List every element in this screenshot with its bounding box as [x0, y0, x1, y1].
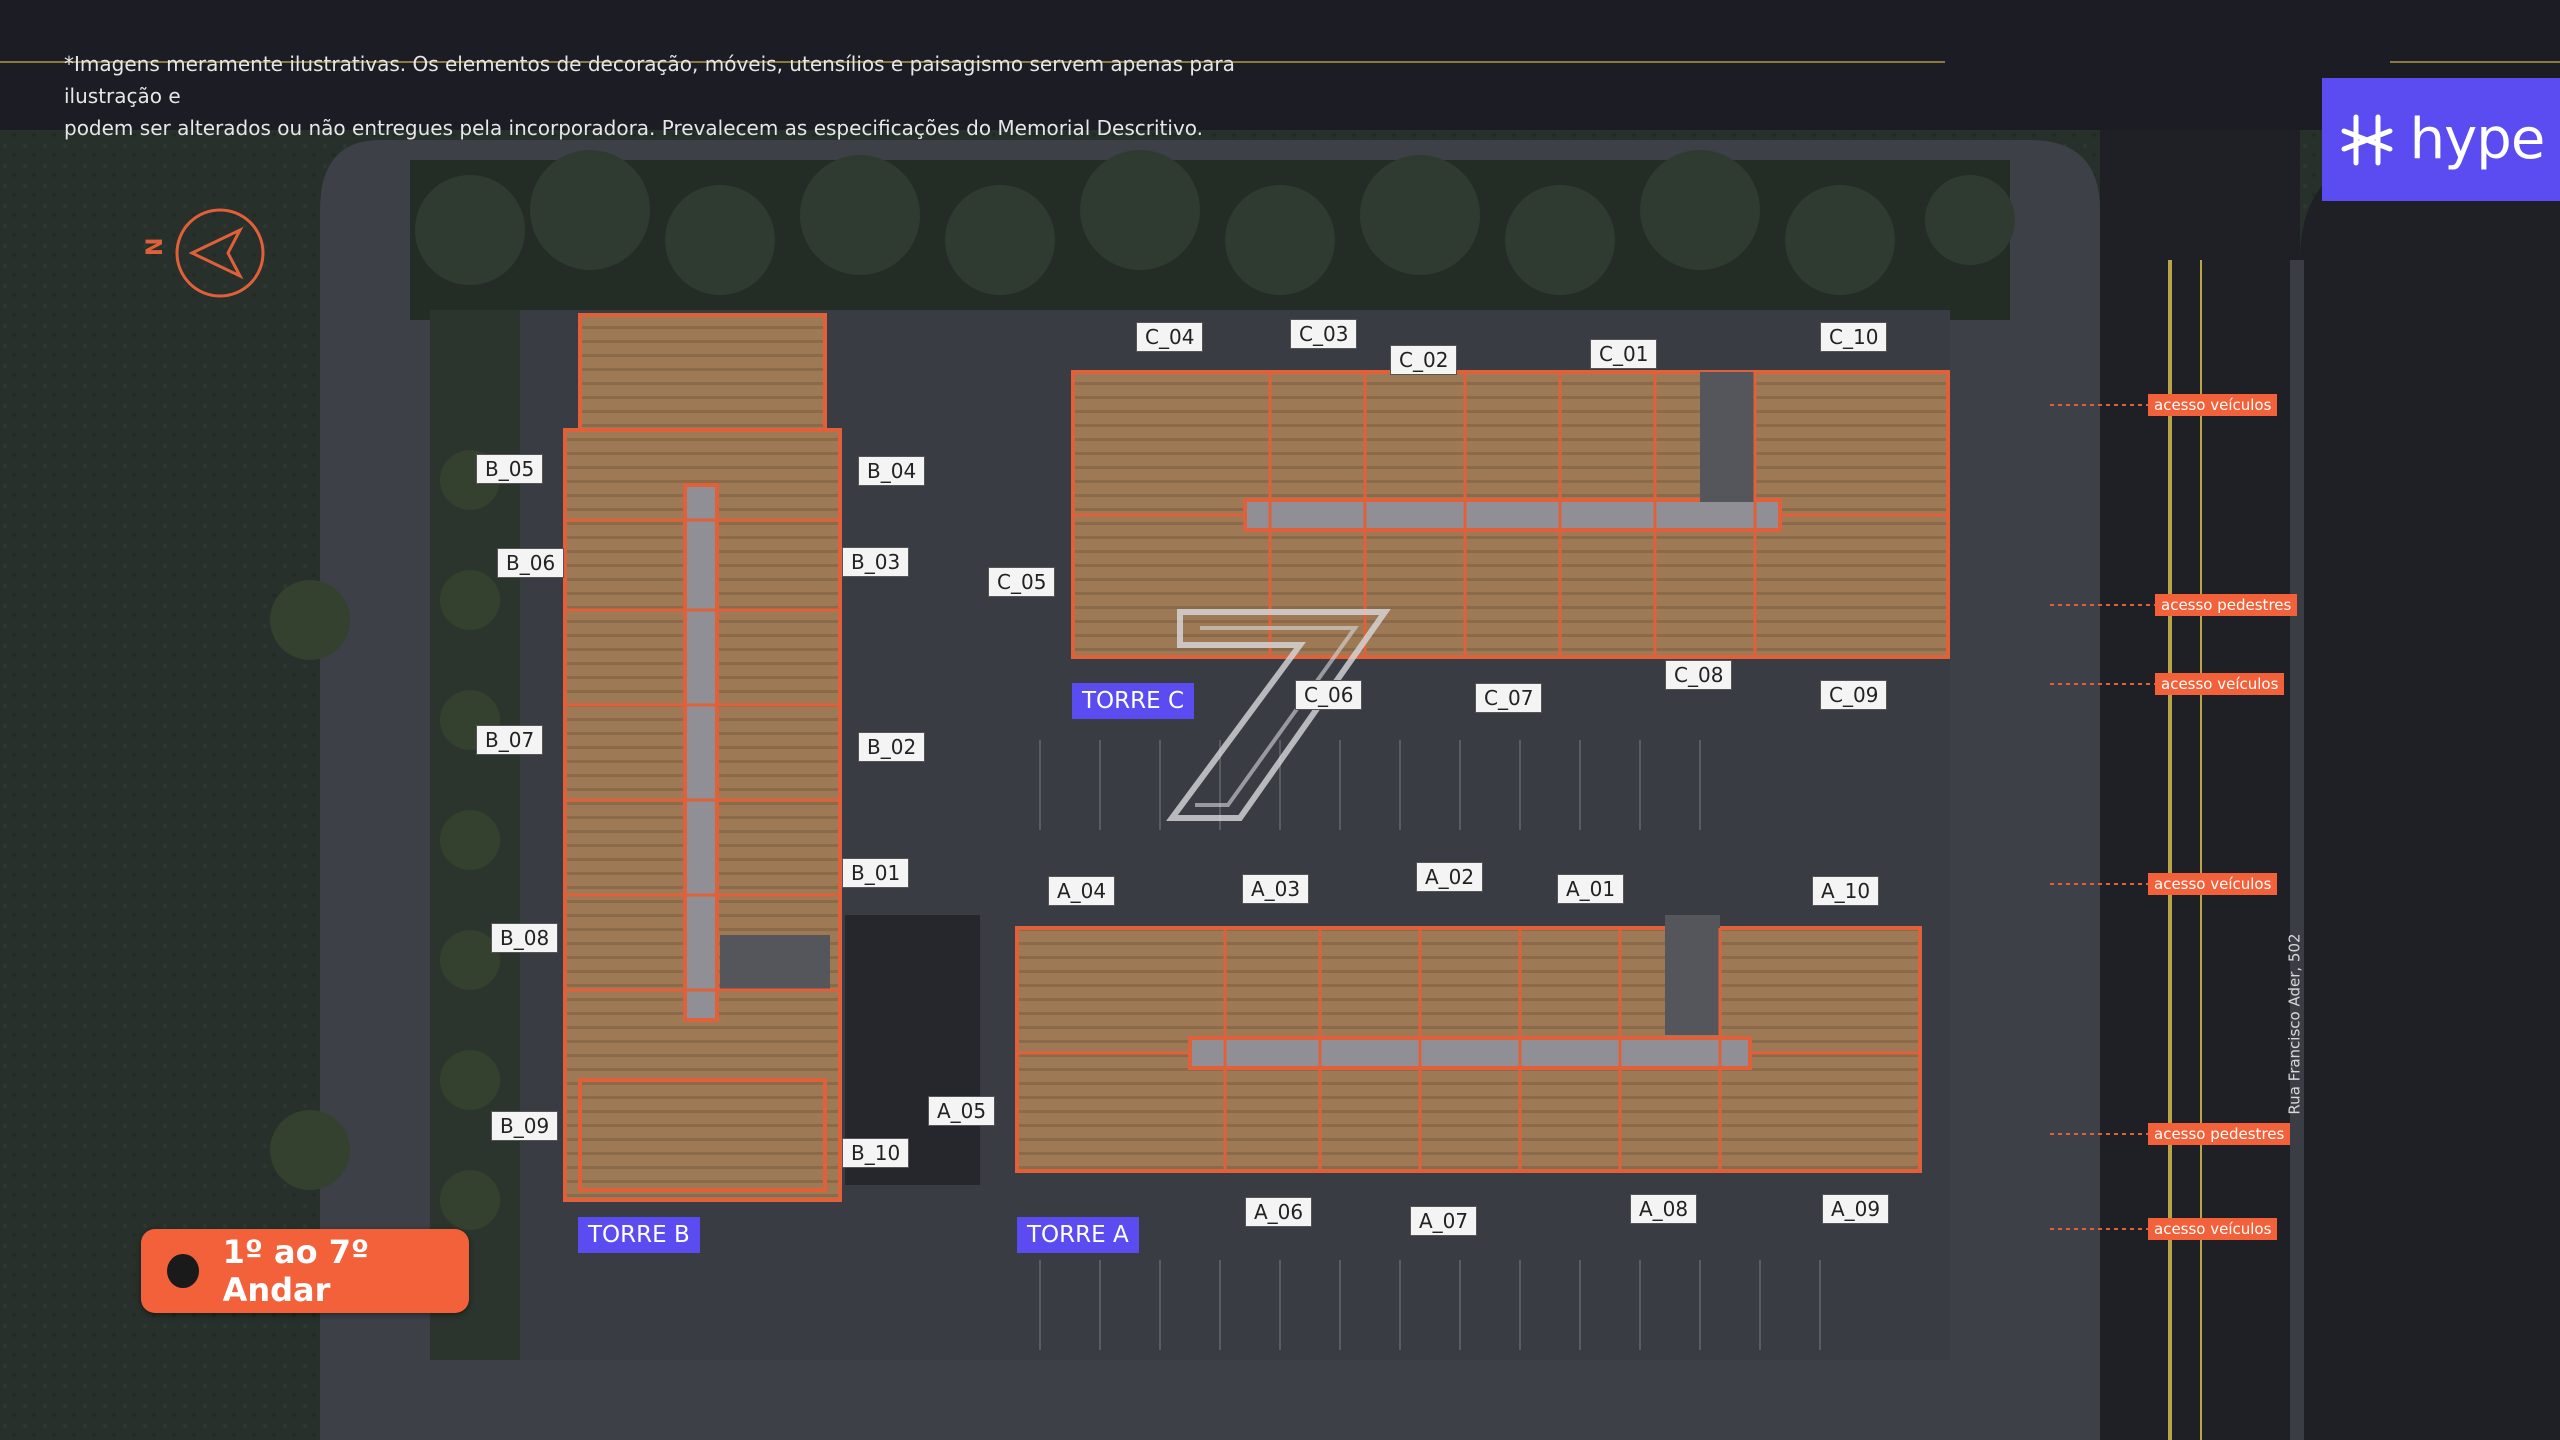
- compass-label: N: [143, 238, 168, 256]
- unit-label-b09[interactable]: B_09: [491, 1111, 559, 1141]
- floor-indicator-dot: [167, 1254, 199, 1288]
- unit-label-c10[interactable]: C_10: [1820, 322, 1888, 352]
- unit-label-b07[interactable]: B_07: [476, 725, 544, 755]
- unit-label-c07[interactable]: C_07: [1475, 683, 1543, 713]
- access-pedestrians-2: acesso pedestres: [2148, 1123, 2291, 1145]
- tree-row: [410, 160, 2010, 320]
- unit-label-c02[interactable]: C_02: [1390, 345, 1458, 375]
- sidewalk-right: [2290, 260, 2304, 1440]
- unit-label-a08[interactable]: A_08: [1630, 1194, 1698, 1224]
- unit-label-b08[interactable]: B_08: [491, 923, 559, 953]
- hype-logo[interactable]: hype: [2322, 78, 2560, 201]
- unit-label-b03[interactable]: B_03: [842, 547, 910, 577]
- access-vehicles-3: acesso veículos: [2148, 873, 2278, 895]
- unit-label-c04[interactable]: C_04: [1136, 322, 1204, 352]
- unit-label-a10[interactable]: A_10: [1812, 876, 1880, 906]
- street-line-2: [2200, 260, 2202, 1440]
- unit-label-c03[interactable]: C_03: [1290, 319, 1358, 349]
- unit-label-a06[interactable]: A_06: [1245, 1197, 1313, 1227]
- street-corner: [2300, 150, 2560, 1440]
- disclaimer-text: *Imagens meramente ilustrativas. Os elem…: [64, 48, 1284, 144]
- tower-a-building: [1015, 915, 1922, 1173]
- unit-label-c08[interactable]: C_08: [1665, 660, 1733, 690]
- access-vehicles-4: acesso veículos: [2148, 1218, 2278, 1240]
- access-pedestrians-1: acesso pedestres: [2155, 594, 2298, 616]
- unit-label-a02[interactable]: A_02: [1416, 862, 1484, 892]
- access-vehicles-1: acesso veículos: [2148, 394, 2278, 416]
- unit-label-c01[interactable]: C_01: [1590, 339, 1658, 369]
- unit-label-c06[interactable]: C_06: [1295, 680, 1363, 710]
- site-plan: N *Imagens meramente ilustrativas. Os el…: [0, 0, 2560, 1440]
- unit-label-c09[interactable]: C_09: [1820, 680, 1888, 710]
- unit-label-b06[interactable]: B_06: [497, 548, 565, 578]
- unit-label-b10[interactable]: B_10: [842, 1138, 910, 1168]
- unit-label-a09[interactable]: A_09: [1822, 1194, 1890, 1224]
- tower-a-label[interactable]: TORRE A: [1017, 1217, 1139, 1253]
- disclaimer-line-1: *Imagens meramente ilustrativas. Os elem…: [64, 52, 1235, 108]
- floor-selector-button[interactable]: 1º ao 7º Andar: [141, 1229, 469, 1313]
- hype-logo-text: hype: [2409, 107, 2546, 172]
- unit-label-c05[interactable]: C_05: [988, 567, 1056, 597]
- unit-label-a01[interactable]: A_01: [1557, 874, 1625, 904]
- disclaimer-line-2: podem ser alterados ou não entregues pel…: [64, 116, 1204, 140]
- tower-b-building: [563, 313, 842, 1202]
- unit-label-a07[interactable]: A_07: [1410, 1206, 1478, 1236]
- unit-label-b05[interactable]: B_05: [476, 454, 544, 484]
- hype-logo-icon: [2341, 114, 2393, 165]
- unit-label-a05[interactable]: A_05: [928, 1096, 996, 1126]
- access-vehicles-2: acesso veículos: [2155, 673, 2285, 695]
- unit-label-b01[interactable]: B_01: [842, 858, 910, 888]
- tower-b-label[interactable]: TORRE B: [578, 1217, 700, 1253]
- floor-selector-label: 1º ao 7º Andar: [222, 1233, 370, 1309]
- unit-label-a04[interactable]: A_04: [1048, 876, 1116, 906]
- unit-label-b02[interactable]: B_02: [858, 732, 926, 762]
- tower-c-label[interactable]: TORRE C: [1072, 683, 1195, 719]
- street-line: [2168, 260, 2172, 1440]
- unit-label-a03[interactable]: A_03: [1242, 874, 1310, 904]
- street-name: Rua Francisco Ader, 502: [2285, 933, 2304, 1115]
- unit-label-b04[interactable]: B_04: [858, 456, 926, 486]
